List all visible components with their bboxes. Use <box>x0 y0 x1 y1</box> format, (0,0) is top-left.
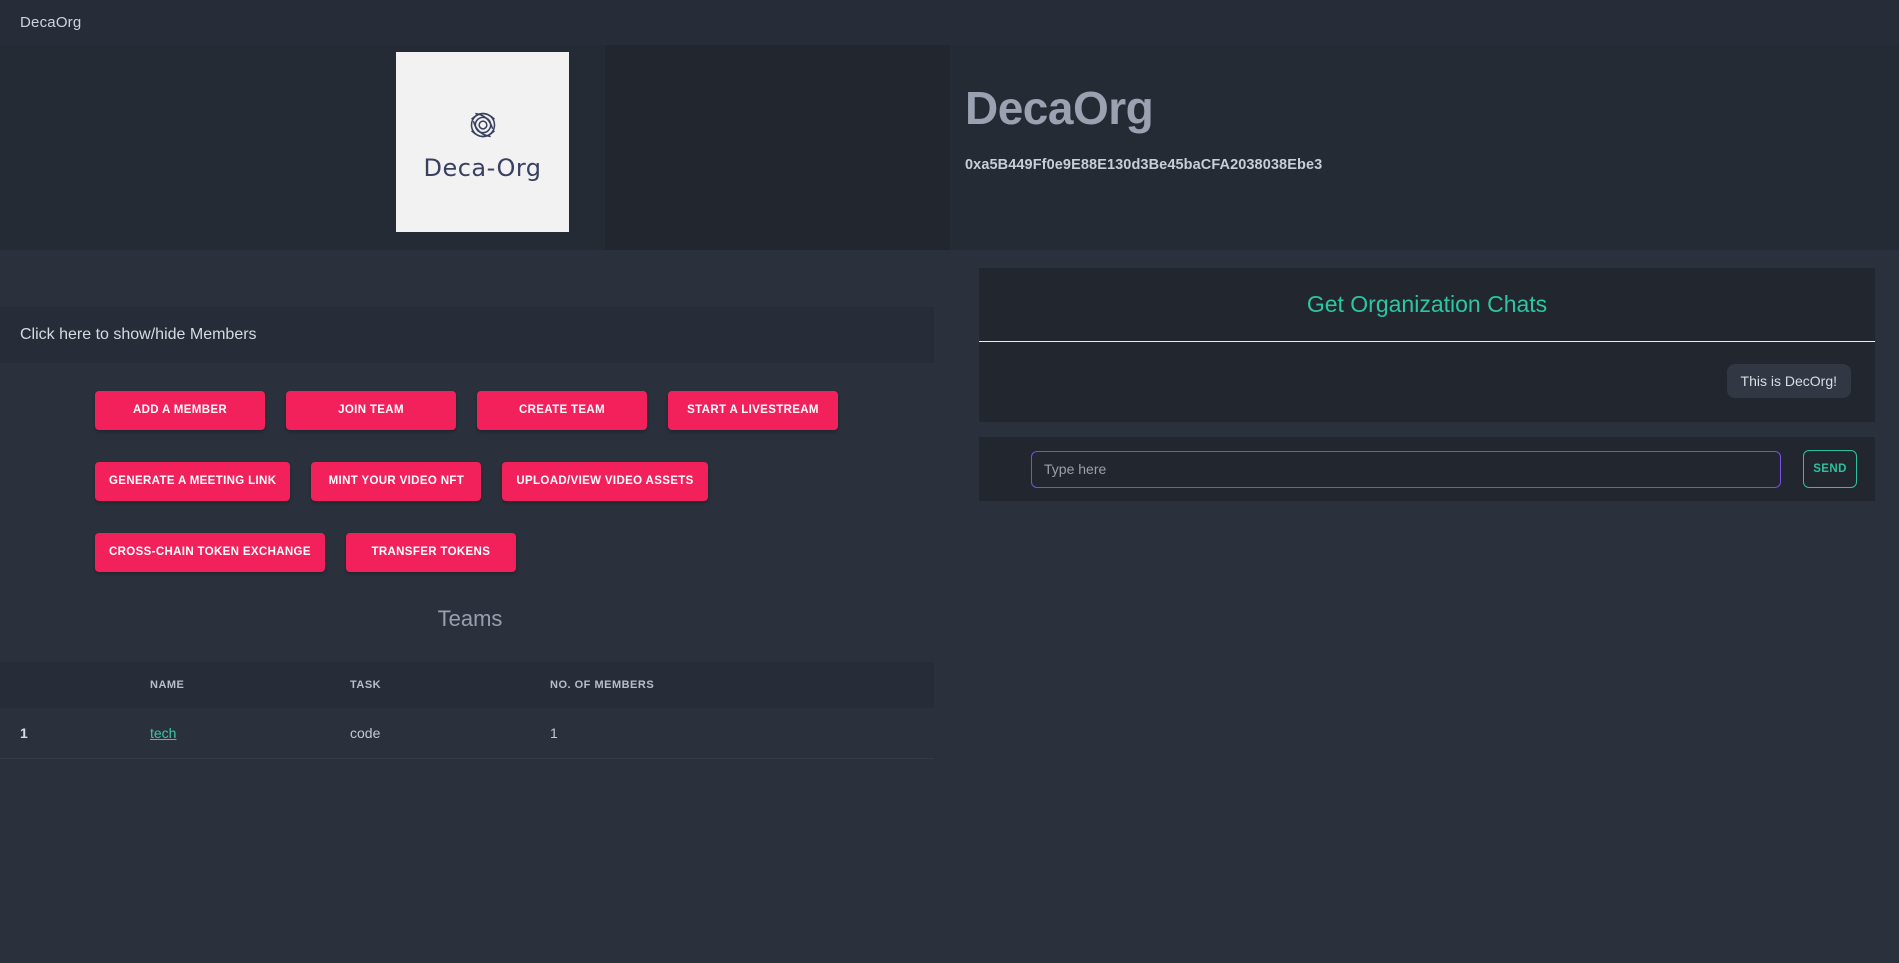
organization-chat-log: This is DecOrg! <box>979 342 1875 422</box>
left-column: Click here to show/hide Members ADD A ME… <box>0 250 965 963</box>
table-row: 1 tech code 1 <box>0 708 934 759</box>
page-title: DecaOrg <box>965 82 1154 134</box>
cell-index: 1 <box>0 708 140 759</box>
generate-a-meeting-link-button[interactable]: GENERATE A MEETING LINK <box>95 462 291 501</box>
organization-chat-input[interactable] <box>1031 450 1781 488</box>
organization-chat-header: Get Organization Chats <box>979 268 1875 342</box>
mint-your-video-nft-button[interactable]: MINT YOUR VIDEO NFT <box>311 462 482 501</box>
join-team-button[interactable]: JOIN TEAM <box>286 391 456 430</box>
org-identity: DecaOrg 0xa5B449Ff0e9E88E130d3Be45baCFA2… <box>965 45 1899 250</box>
cell-name: tech <box>140 708 340 759</box>
action-buttons: ADD A MEMBER JOIN TEAM CREATE TEAM START… <box>0 363 870 572</box>
team-name-link[interactable]: tech <box>150 725 176 741</box>
organization-chat-send-button[interactable]: SEND <box>1803 450 1857 488</box>
cross-chain-token-exchange-button[interactable]: CROSS-CHAIN TOKEN EXCHANGE <box>95 533 325 572</box>
start-a-livestream-button[interactable]: START A LIVESTREAM <box>668 391 838 430</box>
teams-heading: Teams <box>437 606 503 631</box>
navbar-brand[interactable]: DecaOrg <box>20 14 81 31</box>
top-navbar: DecaOrg <box>0 0 1899 45</box>
members-toggle-bar[interactable]: Click here to show/hide Members <box>0 307 934 363</box>
organization-chat-panel: Get Organization Chats This is DecOrg! S… <box>979 268 1875 501</box>
cell-task: code <box>340 708 540 759</box>
column-header-members: NO. OF MEMBERS <box>550 679 655 691</box>
column-header-index <box>0 662 140 708</box>
organization-chat-composer: SEND <box>979 437 1875 501</box>
add-a-member-button[interactable]: ADD A MEMBER <box>95 391 265 430</box>
upload-view-video-assets-button[interactable]: UPLOAD/VIEW VIDEO ASSETS <box>502 462 708 501</box>
main-content: Click here to show/hide Members ADD A ME… <box>0 250 1899 963</box>
create-team-button[interactable]: CREATE TEAM <box>477 391 647 430</box>
org-banner: Deca-Org DecaOrg 0xa5B449Ff0e9E88E130d3B… <box>0 45 1899 250</box>
members-toggle-label: Click here to show/hide Members <box>20 326 257 343</box>
chat-message-bubble: This is DecOrg! <box>1726 364 1851 398</box>
right-column: Get Organization Chats This is DecOrg! S… <box>965 250 1899 963</box>
org-wallet-address: 0xa5B449Ff0e9E88E130d3Be45baCFA2038038Eb… <box>965 157 1323 173</box>
org-logo-area: Deca-Org <box>0 45 965 250</box>
org-logo-wordmark: Deca-Org <box>423 154 542 182</box>
org-logo-card: Deca-Org <box>396 52 569 232</box>
column-header-name: NAME <box>150 679 185 691</box>
table-header-row: NAME TASK NO. OF MEMBERS <box>0 662 934 708</box>
column-header-task: TASK <box>350 679 382 691</box>
transfer-tokens-button[interactable]: TRANSFER TOKENS <box>345 533 516 572</box>
rose-icon <box>470 112 495 138</box>
cell-members: 1 <box>540 708 934 759</box>
organization-chat-heading[interactable]: Get Organization Chats <box>1307 291 1547 318</box>
teams-table: NAME TASK NO. OF MEMBERS 1 tech code 1 <box>0 662 934 759</box>
